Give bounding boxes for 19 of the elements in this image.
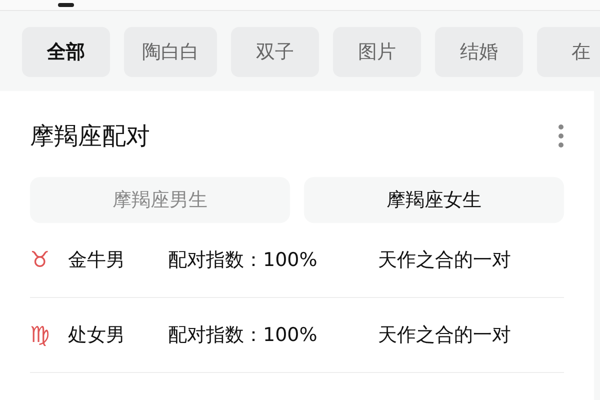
match-verdict: 天作之合的一对: [378, 248, 511, 273]
zodiac-symbol: ♍: [30, 322, 51, 348]
more-icon[interactable]: [558, 124, 564, 148]
category-tab[interactable]: 双子: [231, 27, 319, 77]
gender-tab[interactable]: 摩羯座男生: [30, 177, 290, 223]
match-index: 配对指数：100%: [168, 248, 318, 273]
category-tab[interactable]: 陶白白: [124, 27, 217, 77]
status-indicator: [58, 3, 74, 7]
match-index: 配对指数：100%: [168, 323, 318, 348]
category-tab[interactable]: 结婚: [435, 27, 523, 77]
sign-name: 处女男: [68, 323, 126, 348]
zodiac-symbol: ♉: [30, 248, 51, 272]
match-verdict: 天作之合的一对: [378, 323, 511, 348]
card-title: 摩羯座配对: [30, 121, 150, 152]
gender-tab[interactable]: 摩羯座女生: [304, 177, 564, 223]
category-tab[interactable]: 图片: [333, 27, 421, 77]
sign-name: 金牛男: [68, 248, 126, 273]
category-tab[interactable]: 全部: [22, 27, 110, 77]
category-tab[interactable]: 在: [537, 27, 600, 77]
